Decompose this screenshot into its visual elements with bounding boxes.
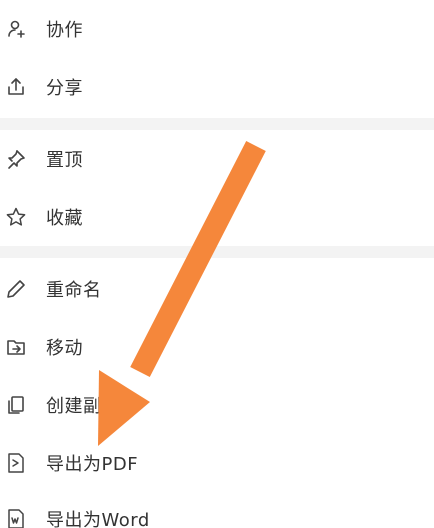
menu-item-export-word[interactable]: 导出为Word <box>0 490 434 528</box>
menu-item-duplicate[interactable]: 创建副本 <box>0 376 434 434</box>
menu-item-export-pdf[interactable]: 导出为PDF <box>0 434 434 492</box>
menu-item-label: 分享 <box>46 78 83 99</box>
pencil-icon <box>5 278 27 300</box>
pdf-file-icon <box>5 452 27 474</box>
more-options-menu: 协作 分享 置顶 收藏 重命名 移动 创建副本 导出为PDF 导出为Word <box>0 0 434 528</box>
folder-move-icon <box>5 336 27 358</box>
section-divider <box>0 118 434 130</box>
person-add-icon <box>5 18 27 40</box>
menu-item-label: 协作 <box>46 20 83 41</box>
menu-item-rename[interactable]: 重命名 <box>0 260 434 318</box>
menu-item-label: 导出为Word <box>46 510 150 528</box>
pin-icon <box>5 148 27 170</box>
menu-item-collaborate[interactable]: 协作 <box>0 0 434 58</box>
copy-icon <box>5 394 27 416</box>
menu-item-label: 重命名 <box>46 280 102 301</box>
menu-item-pin-top[interactable]: 置顶 <box>0 130 434 188</box>
menu-item-label: 导出为PDF <box>46 454 139 475</box>
menu-item-share[interactable]: 分享 <box>0 58 434 116</box>
menu-item-label: 移动 <box>46 338 83 359</box>
menu-item-label: 置顶 <box>46 150 83 171</box>
menu-item-move[interactable]: 移动 <box>0 318 434 376</box>
menu-item-label: 收藏 <box>46 208 83 229</box>
share-icon <box>5 76 27 98</box>
star-icon <box>5 206 27 228</box>
menu-item-favorite[interactable]: 收藏 <box>0 188 434 246</box>
word-file-icon <box>5 508 27 528</box>
section-divider <box>0 246 434 258</box>
menu-item-label: 创建副本 <box>46 396 120 417</box>
